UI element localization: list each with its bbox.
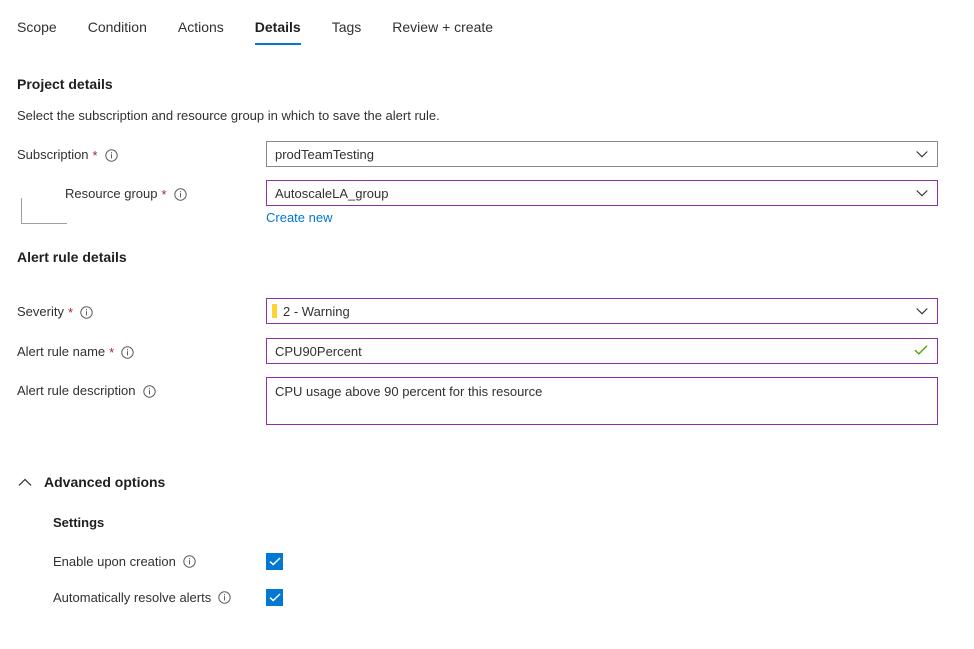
subscription-label: Subscription * bbox=[17, 141, 266, 163]
chevron-down-icon bbox=[916, 147, 928, 162]
severity-color-swatch bbox=[272, 304, 277, 318]
settings-subheading: Settings bbox=[53, 515, 104, 530]
tab-scope[interactable]: Scope bbox=[17, 18, 57, 45]
alert-rule-description-textarea[interactable] bbox=[266, 377, 938, 425]
severity-required-marker: * bbox=[68, 306, 73, 319]
tab-condition[interactable]: Condition bbox=[88, 18, 147, 45]
create-new-resource-group-link[interactable]: Create new bbox=[266, 210, 332, 225]
alert-rule-name-label-text: Alert rule name bbox=[17, 344, 105, 360]
auto-resolve-alerts-label: Automatically resolve alerts bbox=[17, 590, 266, 605]
info-icon[interactable] bbox=[121, 346, 134, 359]
info-icon[interactable] bbox=[183, 555, 196, 568]
subscription-required-marker: * bbox=[93, 149, 98, 162]
project-details-heading: Project details bbox=[17, 76, 113, 92]
info-icon[interactable] bbox=[105, 149, 118, 162]
severity-select[interactable]: 2 - Warning bbox=[266, 298, 938, 324]
subscription-select[interactable]: prodTeamTesting bbox=[266, 141, 938, 167]
alert-rule-details-heading: Alert rule details bbox=[17, 249, 127, 265]
resource-group-label-text: Resource group bbox=[65, 186, 158, 202]
chevron-down-icon bbox=[916, 304, 928, 319]
chevron-up-icon bbox=[17, 474, 33, 490]
project-details-description: Select the subscription and resource gro… bbox=[17, 108, 440, 123]
wizard-tab-bar: Scope Condition Actions Details Tags Rev… bbox=[0, 0, 974, 34]
checkmark-icon bbox=[914, 344, 928, 359]
advanced-options-toggle[interactable]: Advanced options bbox=[17, 474, 192, 490]
checkmark-icon bbox=[269, 557, 281, 566]
alert-rule-name-row: Alert rule name * CPU90Percent bbox=[17, 338, 938, 364]
resource-group-value: AutoscaleLA_group bbox=[275, 186, 388, 201]
alert-rule-name-required-marker: * bbox=[109, 346, 114, 359]
severity-label-text: Severity bbox=[17, 304, 64, 320]
tab-details[interactable]: Details bbox=[255, 18, 301, 45]
setting-row-enable-upon-creation: Enable upon creation bbox=[17, 553, 283, 570]
alert-rule-name-label: Alert rule name * bbox=[17, 338, 266, 360]
tab-tags[interactable]: Tags bbox=[332, 18, 362, 45]
resource-group-select[interactable]: AutoscaleLA_group bbox=[266, 180, 938, 206]
severity-label: Severity * bbox=[17, 298, 266, 320]
info-icon[interactable] bbox=[174, 188, 187, 201]
auto-resolve-alerts-checkbox[interactable] bbox=[266, 589, 283, 606]
subscription-label-text: Subscription bbox=[17, 147, 89, 163]
subscription-row: Subscription * prodTeamTesting bbox=[17, 141, 938, 167]
setting-row-auto-resolve-alerts: Automatically resolve alerts bbox=[17, 589, 283, 606]
severity-value: 2 - Warning bbox=[283, 304, 350, 319]
severity-field: 2 - Warning bbox=[266, 298, 938, 324]
resource-group-row: Resource group * AutoscaleLA_group Cre bbox=[17, 180, 938, 225]
subscription-value: prodTeamTesting bbox=[275, 147, 374, 162]
tab-actions[interactable]: Actions bbox=[178, 18, 224, 45]
alert-rule-name-input[interactable]: CPU90Percent bbox=[266, 338, 938, 364]
alert-rule-description-field bbox=[266, 377, 938, 428]
info-icon[interactable] bbox=[218, 591, 231, 604]
advanced-options-title: Advanced options bbox=[44, 474, 165, 490]
enable-upon-creation-label: Enable upon creation bbox=[17, 554, 266, 569]
resource-group-label: Resource group * bbox=[17, 180, 266, 202]
info-icon[interactable] bbox=[143, 385, 156, 398]
checkmark-icon bbox=[269, 593, 281, 602]
info-icon[interactable] bbox=[80, 306, 93, 319]
enable-upon-creation-label-text: Enable upon creation bbox=[53, 554, 176, 569]
resource-group-required-marker: * bbox=[162, 188, 167, 201]
alert-rule-description-label-text: Alert rule description bbox=[17, 383, 136, 399]
tab-review-create[interactable]: Review + create bbox=[392, 18, 493, 45]
alert-rule-name-value: CPU90Percent bbox=[275, 344, 362, 359]
alert-rule-description-label: Alert rule description bbox=[17, 377, 266, 399]
resource-group-field: AutoscaleLA_group Create new bbox=[266, 180, 938, 225]
subscription-field: prodTeamTesting bbox=[266, 141, 938, 167]
auto-resolve-alerts-label-text: Automatically resolve alerts bbox=[53, 590, 211, 605]
chevron-down-icon bbox=[916, 186, 928, 201]
alert-rule-description-row: Alert rule description bbox=[17, 377, 938, 428]
alert-rule-name-field: CPU90Percent bbox=[266, 338, 938, 364]
severity-row: Severity * 2 - Warning bbox=[17, 298, 938, 324]
enable-upon-creation-checkbox[interactable] bbox=[266, 553, 283, 570]
